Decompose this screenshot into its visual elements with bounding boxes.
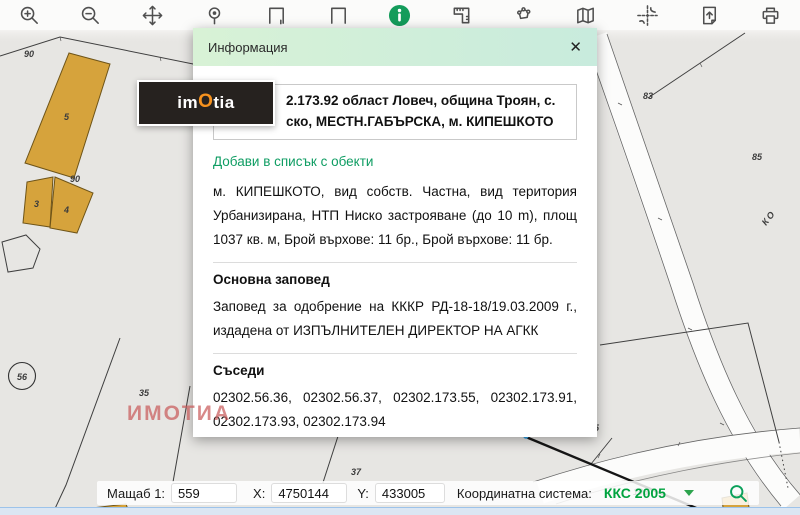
site-watermark: ИМОТИА [127, 402, 231, 426]
region-label: 56 [17, 372, 28, 382]
info-icon [388, 4, 411, 27]
polygon-select-icon [512, 4, 535, 27]
property-description: м. КИПЕШКОТО, вид собств. Частна, вид те… [213, 180, 577, 252]
logo-text-pre: im [177, 93, 198, 113]
building-label: 4 [63, 205, 69, 215]
logo-house-o-icon: O [198, 91, 213, 113]
section-heading-order: Основна заповед [213, 262, 577, 293]
parcel-label: 85 [752, 152, 763, 162]
select-rectangle-icon [265, 4, 288, 27]
parcel-label: 90 [70, 174, 80, 184]
zoom-in-icon [18, 4, 41, 27]
zoom-out-icon [79, 4, 102, 27]
logo-text-post: tia [213, 93, 234, 113]
print-button[interactable] [756, 1, 786, 29]
info-button[interactable] [385, 1, 415, 29]
locate-button[interactable] [199, 1, 229, 29]
coordinates-button[interactable] [632, 1, 662, 29]
crs-label: Координатна система: [457, 486, 592, 501]
section-body-order: Заповед за одобрение на КККР РД-18-18/19… [213, 295, 577, 343]
section-body-neighbours: 02302.56.36, 02302.56.37, 02302.173.55, … [213, 386, 577, 434]
map-sheets-button[interactable] [570, 1, 600, 29]
extent-rectangle-button[interactable] [323, 1, 353, 29]
x-coordinate-input[interactable] [271, 483, 347, 503]
building-label: 3 [34, 199, 39, 209]
zoom-out-button[interactable] [76, 1, 106, 29]
chevron-down-icon[interactable] [684, 490, 694, 496]
export-button[interactable] [694, 1, 724, 29]
close-icon[interactable]: ✕ [569, 40, 582, 55]
extent-rectangle-icon [327, 4, 350, 27]
bottom-scroll-strip[interactable] [0, 507, 800, 515]
select-rectangle-button[interactable] [261, 1, 291, 29]
info-panel-header: Информация ✕ [193, 28, 597, 66]
section-heading-neighbours: Съседи [213, 353, 577, 384]
coordinate-axes-icon [636, 4, 659, 27]
x-label: X: [253, 486, 265, 501]
zoom-in-button[interactable] [14, 1, 44, 29]
measure-button[interactable] [447, 1, 477, 29]
location-pin-icon [203, 4, 226, 27]
property-title-line1: 2.173.92 област Ловеч, община Троян, с. [286, 90, 568, 111]
y-coordinate-input[interactable] [375, 483, 445, 503]
map-status-bar: Мащаб 1: X: Y: Координатна система: ККС … [97, 481, 759, 505]
parcel-label: 83 [643, 91, 653, 101]
pan-button[interactable] [138, 1, 168, 29]
scale-label: Мащаб 1: [107, 486, 165, 501]
y-label: Y: [357, 486, 369, 501]
parcel-label: 37 [351, 467, 362, 477]
ruler-icon [450, 4, 473, 27]
imotia-logo: imOtia [137, 80, 275, 126]
crs-value[interactable]: ККС 2005 [604, 485, 666, 501]
search-icon [728, 483, 749, 504]
parcel-label: 90 [24, 49, 34, 59]
info-panel-title: Информация [208, 40, 288, 55]
map-toolbar [0, 0, 800, 30]
search-button[interactable] [728, 483, 749, 504]
printer-icon [759, 4, 782, 27]
parcel-label: 35 [139, 388, 150, 398]
scale-input[interactable] [171, 483, 237, 503]
select-polygon-button[interactable] [509, 1, 539, 29]
folded-map-icon [574, 4, 597, 27]
property-title-line2: ско, МЕСТН.ГАБЪРСКА, м. КИПЕШКОТО [286, 111, 568, 132]
add-to-list-link[interactable]: Добави в списък с обекти [213, 154, 373, 169]
pan-icon [141, 4, 164, 27]
export-page-icon [698, 4, 721, 27]
